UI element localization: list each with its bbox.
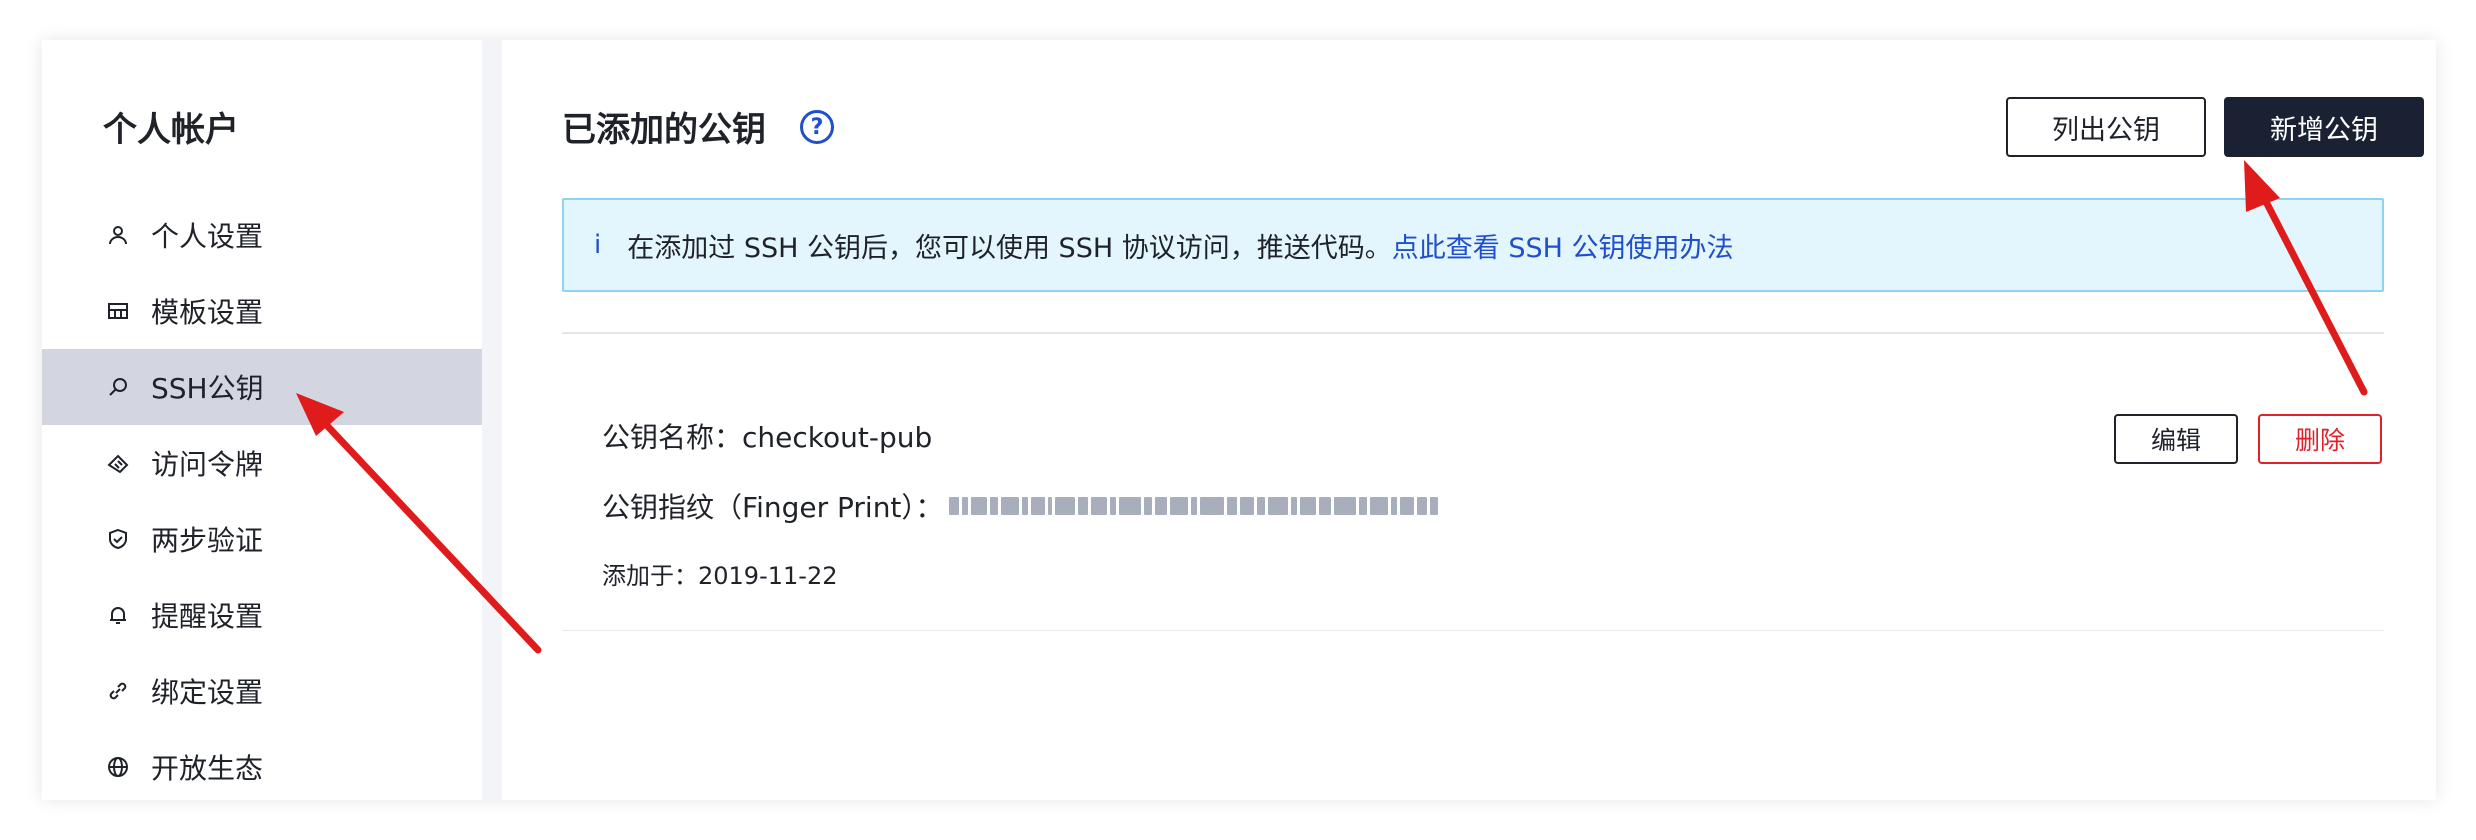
bell-icon xyxy=(103,600,133,630)
sidebar-item-label: 模板设置 xyxy=(151,296,264,329)
key-added-label: 添加于： xyxy=(602,562,698,590)
info-icon: i xyxy=(594,230,602,260)
shield-icon xyxy=(103,524,133,554)
page-title: 已添加的公钥 xyxy=(562,110,766,150)
template-icon xyxy=(103,296,133,326)
divider xyxy=(562,630,2384,631)
token-icon xyxy=(103,448,133,478)
redacted-fingerprint xyxy=(949,497,1439,515)
key-name-label: 公钥名称： xyxy=(602,421,743,454)
sidebar-item-bindings[interactable]: 绑定设置 xyxy=(42,653,482,729)
delete-key-button[interactable]: 删除 xyxy=(2258,414,2382,464)
sidebar-item-template-settings[interactable]: 模板设置 xyxy=(42,273,482,349)
sidebar-item-personal-settings[interactable]: 个人设置 xyxy=(42,197,482,273)
sidebar-item-label: 个人设置 xyxy=(151,220,264,253)
key-fingerprint-label: 公钥指纹（Finger Print）： xyxy=(602,491,944,524)
key-name-value: checkout-pub xyxy=(742,421,933,454)
main-panel: 已添加的公钥 ? 列出公钥 新增公钥 i 在添加过 SSH 公钥后，您可以使用 … xyxy=(502,40,2436,800)
sidebar-item-open-ecosystem[interactable]: 开放生态 xyxy=(42,729,482,805)
key-added-date: 2019-11-22 xyxy=(698,562,838,590)
sidebar-item-label: 提醒设置 xyxy=(151,600,264,633)
sidebar-item-label: SSH公钥 xyxy=(151,372,264,405)
sidebar-item-ssh-keys[interactable]: SSH公钥 xyxy=(42,349,482,425)
sidebar-item-label: 两步验证 xyxy=(151,524,264,557)
add-key-button[interactable]: 新增公钥 xyxy=(2224,97,2424,157)
edit-key-button[interactable]: 编辑 xyxy=(2114,414,2238,464)
sidebar-item-label: 访问令牌 xyxy=(151,448,264,481)
sidebar-nav: 个人设置 模板设置 SSH公钥 访问令牌 两步验证 提醒设置 绑定设置 开放生态 xyxy=(42,197,482,805)
key-icon xyxy=(103,372,133,402)
key-added-row: 添加于：2019-11-22 xyxy=(602,556,837,591)
user-icon xyxy=(103,220,133,250)
sidebar-item-label: 绑定设置 xyxy=(151,676,264,709)
sidebar-item-access-tokens[interactable]: 访问令牌 xyxy=(42,425,482,501)
app-window: 个人帐户 个人设置 模板设置 SSH公钥 访问令牌 两步验证 提醒设置 绑定设置… xyxy=(42,40,2436,800)
divider xyxy=(562,332,2384,334)
notice-text: 在添加过 SSH 公钥后，您可以使用 SSH 协议访问，推送代码。 xyxy=(627,232,1392,264)
info-notice: i 在添加过 SSH 公钥后，您可以使用 SSH 协议访问，推送代码。 点此查看… xyxy=(562,198,2384,292)
sidebar-item-two-factor[interactable]: 两步验证 xyxy=(42,501,482,577)
key-fingerprint-row: 公钥指纹（Finger Print）： xyxy=(602,486,1439,526)
ssh-help-link[interactable]: 点此查看 SSH 公钥使用办法 xyxy=(1392,226,1734,265)
sidebar: 个人帐户 个人设置 模板设置 SSH公钥 访问令牌 两步验证 提醒设置 绑定设置… xyxy=(42,40,482,800)
sidebar-item-notifications[interactable]: 提醒设置 xyxy=(42,577,482,653)
key-name-row: 公钥名称：checkout-pub xyxy=(602,416,932,456)
link-icon xyxy=(103,676,133,706)
globe-icon xyxy=(103,752,133,782)
sidebar-item-label: 开放生态 xyxy=(151,752,264,785)
sidebar-title: 个人帐户 xyxy=(103,110,239,150)
list-keys-button[interactable]: 列出公钥 xyxy=(2006,97,2206,157)
help-icon[interactable]: ? xyxy=(800,110,834,144)
